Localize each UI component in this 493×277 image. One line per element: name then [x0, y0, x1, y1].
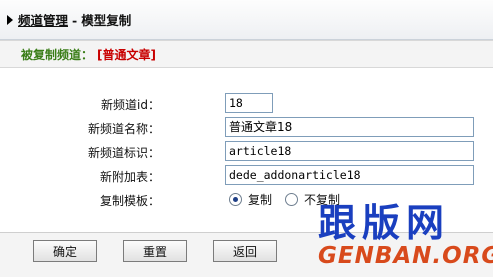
confirm-button[interactable]: 确定	[33, 240, 97, 262]
source-channel-value: [普通文章]	[97, 47, 156, 62]
channel-tag-input[interactable]: article18	[225, 141, 474, 161]
watermark-en-text: GENBAN.ORG	[318, 243, 493, 269]
reset-button[interactable]: 重置	[123, 240, 187, 262]
form-row-channel-name: 新频道名称： 普通文章18	[0, 117, 493, 139]
breadcrumb-current: 模型复制	[81, 13, 132, 28]
back-button[interactable]: 返回	[213, 240, 277, 262]
source-channel-label: 被复制频道：	[21, 47, 94, 62]
form-row-channel-id: 新频道id： 18	[0, 93, 493, 115]
form-row-addon-table: 新附加表： dede_addonarticle18	[0, 165, 493, 187]
watermark: 跟版网 GENBAN.ORG	[318, 201, 493, 273]
channel-name-label: 新频道名称：	[87, 122, 160, 136]
channel-name-input[interactable]: 普通文章18	[225, 117, 474, 137]
breadcrumb: 频道管理 - 模型复制	[18, 10, 131, 29]
addon-table-input[interactable]: dede_addonarticle18	[225, 165, 474, 185]
breadcrumb-channel-management-link[interactable]: 频道管理	[18, 13, 68, 28]
arrow-right-icon	[7, 14, 13, 25]
channel-id-input[interactable]: 18	[225, 93, 273, 113]
addon-table-label: 新附加表：	[99, 170, 160, 184]
copy-template-yes-label[interactable]: 复制	[248, 191, 272, 208]
copy-template-no-radio[interactable]	[285, 193, 299, 206]
breadcrumb-separator: -	[72, 13, 78, 28]
title-bar: 频道管理 - 模型复制	[0, 0, 493, 40]
channel-tag-label: 新频道标识：	[87, 146, 160, 160]
form-row-channel-tag: 新频道标识： article18	[0, 141, 493, 163]
source-channel-bar: 被复制频道： [普通文章]	[0, 40, 493, 68]
copy-template-yes-radio[interactable]	[229, 193, 242, 206]
copy-template-label: 复制模板：	[99, 194, 160, 208]
watermark-cn-text: 跟版网	[318, 201, 451, 245]
channel-id-label: 新频道id：	[101, 98, 160, 112]
